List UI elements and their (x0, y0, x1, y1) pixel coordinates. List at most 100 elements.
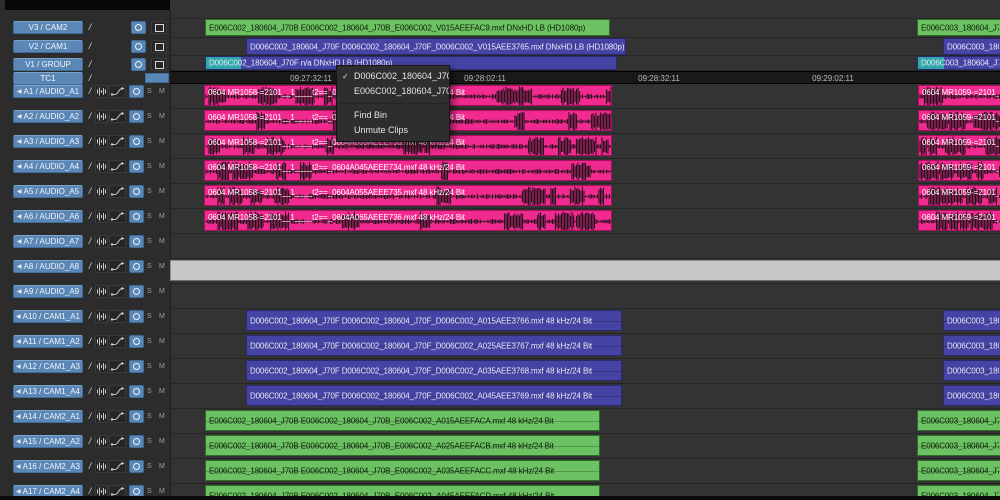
video-track-knob[interactable] (131, 21, 146, 34)
patch-slash-icon[interactable]: / (86, 236, 94, 246)
solo-button[interactable]: S (147, 338, 152, 345)
audio-track-knob[interactable] (129, 185, 144, 198)
clip-a15-left[interactable]: E006C002_180604_J70B E006C002_180604_J70… (205, 435, 600, 456)
solo-button[interactable]: S (147, 213, 152, 220)
waveform-toggle[interactable] (95, 310, 108, 323)
mute-button[interactable]: M (159, 88, 165, 95)
pan-automation-toggle[interactable] (109, 135, 126, 148)
audio-track-knob[interactable] (129, 235, 144, 248)
clip-a4-right[interactable]: 0604 MR1059-=2101__1____t2== (918, 160, 1000, 181)
patch-slash-icon[interactable]: / (86, 211, 94, 221)
clip-a13-right[interactable]: D006C003_180604_J70F (943, 385, 1000, 406)
solo-button[interactable]: S (147, 288, 152, 295)
mute-button[interactable]: M (159, 413, 165, 420)
solo-button[interactable]: S (147, 263, 152, 270)
waveform-toggle[interactable] (95, 360, 108, 373)
patch-slash-icon[interactable]: / (86, 136, 94, 146)
waveform-toggle[interactable] (95, 135, 108, 148)
mute-button[interactable]: M (159, 288, 165, 295)
mute-button[interactable]: M (159, 163, 165, 170)
waveform-toggle[interactable] (95, 435, 108, 448)
pan-automation-toggle[interactable] (109, 360, 126, 373)
mute-button[interactable]: M (159, 313, 165, 320)
clip-v3-left[interactable]: E006C002_180604_J70B E006C002_180604_J70… (205, 19, 610, 36)
waveform-toggle[interactable] (95, 285, 108, 298)
track-button-a2[interactable]: ◀ A2 / AUDIO_A2 (13, 110, 83, 123)
solo-button[interactable]: S (147, 438, 152, 445)
solo-button[interactable]: S (147, 363, 152, 370)
patch-slash-icon[interactable]: / (86, 41, 94, 51)
audio-track-knob[interactable] (129, 160, 144, 173)
pan-automation-toggle[interactable] (109, 235, 126, 248)
clip-a12-left[interactable]: D006C002_180604_J70F D006C002_180604_J70… (246, 360, 622, 381)
video-track-knob[interactable] (131, 58, 146, 71)
waveform-toggle[interactable] (95, 460, 108, 473)
mute-button[interactable]: M (159, 338, 165, 345)
clip-v3-right[interactable]: E006C003_180604_J70B (917, 19, 1000, 36)
audio-track-knob[interactable] (129, 260, 144, 273)
video-track-knob[interactable] (131, 40, 146, 53)
patch-slash-icon[interactable]: / (86, 22, 94, 32)
clip-a4-left[interactable]: 0604 MR1058-=2101__1____t2==_0604A045AEE… (204, 160, 612, 181)
clip-v2-left[interactable]: D006C002_180604_J70F D006C002_180604_J70… (246, 38, 626, 55)
track-button-tc1[interactable]: TC1 (13, 72, 83, 85)
audio-track-knob[interactable] (129, 460, 144, 473)
audio-track-knob[interactable] (129, 210, 144, 223)
clip-a14-left[interactable]: E006C002_180604_J70B E006C002_180604_J70… (205, 410, 600, 431)
monitor-checkbox[interactable] (151, 21, 167, 34)
solo-button[interactable]: S (147, 388, 152, 395)
waveform-toggle[interactable] (95, 260, 108, 273)
waveform-toggle[interactable] (95, 335, 108, 348)
monitor-checkbox[interactable] (151, 58, 167, 71)
mute-button[interactable]: M (159, 388, 165, 395)
solo-button[interactable]: S (147, 188, 152, 195)
clip-a13-left[interactable]: D006C002_180604_J70F D006C002_180604_J70… (246, 385, 622, 406)
waveform-toggle[interactable] (95, 385, 108, 398)
track-button-a4[interactable]: ◀ A4 / AUDIO_A4 (13, 160, 83, 173)
audio-track-knob[interactable] (129, 285, 144, 298)
pan-automation-toggle[interactable] (109, 410, 126, 423)
clip-a6-left[interactable]: 0604 MR1058-=2101__1____t2==_0604A065AEE… (204, 210, 612, 231)
pan-automation-toggle[interactable] (109, 110, 126, 123)
clip-a10-right[interactable]: D006C003_180604_J70F (943, 310, 1000, 331)
patch-slash-icon[interactable]: / (86, 86, 94, 96)
pan-automation-toggle[interactable] (109, 285, 126, 298)
audio-track-knob[interactable] (129, 110, 144, 123)
pan-automation-toggle[interactable] (109, 260, 126, 273)
track-button-a6[interactable]: ◀ A6 / AUDIO_A6 (13, 210, 83, 223)
patch-slash-icon[interactable]: / (86, 336, 94, 346)
clip-a15-right[interactable]: E006C003_180604_J70B (917, 435, 1000, 456)
track-button-v3[interactable]: V3 / CAM2 (13, 21, 83, 34)
pan-automation-toggle[interactable] (109, 435, 126, 448)
patch-slash-icon[interactable]: / (86, 161, 94, 171)
patch-slash-icon[interactable]: / (86, 286, 94, 296)
track-button-a10[interactable]: ◀ A10 / CAM1_A1 (13, 310, 83, 323)
track-button-a16[interactable]: ◀ A16 / CAM2_A3 (13, 460, 83, 473)
clip-a1-right[interactable]: 0604 MR1059-=2101__1____t2== (918, 85, 1000, 106)
track-button-v2[interactable]: V2 / CAM1 (13, 40, 83, 53)
waveform-toggle[interactable] (95, 85, 108, 98)
track-button-a15[interactable]: ◀ A15 / CAM2_A2 (13, 435, 83, 448)
solo-button[interactable]: S (147, 238, 152, 245)
mute-button[interactable]: M (159, 363, 165, 370)
waveform-toggle[interactable] (95, 410, 108, 423)
patch-slash-icon[interactable]: / (86, 486, 94, 496)
pan-automation-toggle[interactable] (109, 85, 126, 98)
tc-monitor-cell[interactable] (145, 73, 169, 83)
patch-slash-icon[interactable]: / (86, 436, 94, 446)
patch-slash-icon[interactable]: / (86, 261, 94, 271)
clip-a16-left[interactable]: E006C002_180604_J70B E006C002_180604_J70… (205, 460, 600, 481)
monitor-checkbox[interactable] (151, 40, 167, 53)
solo-button[interactable]: S (147, 413, 152, 420)
audio-track-knob[interactable] (129, 85, 144, 98)
track-button-a11[interactable]: ◀ A11 / CAM1_A2 (13, 335, 83, 348)
waveform-toggle[interactable] (95, 185, 108, 198)
timecode-ruler[interactable]: 09:27:32:11 09:28:02:11 09:28:32:11 09:29:0… (170, 71, 1000, 84)
clip-v1-right[interactable]: D006C003_180604_J70F (917, 56, 1000, 70)
track-button-a5[interactable]: ◀ A5 / AUDIO_A5 (13, 185, 83, 198)
clip-a11-left[interactable]: D006C002_180604_J70F D006C002_180604_J70… (246, 335, 622, 356)
mute-button[interactable]: M (159, 188, 165, 195)
clip-a16-right[interactable]: E006C003_180604_J70B (917, 460, 1000, 481)
patch-slash-icon[interactable]: / (86, 186, 94, 196)
mute-button[interactable]: M (159, 463, 165, 470)
